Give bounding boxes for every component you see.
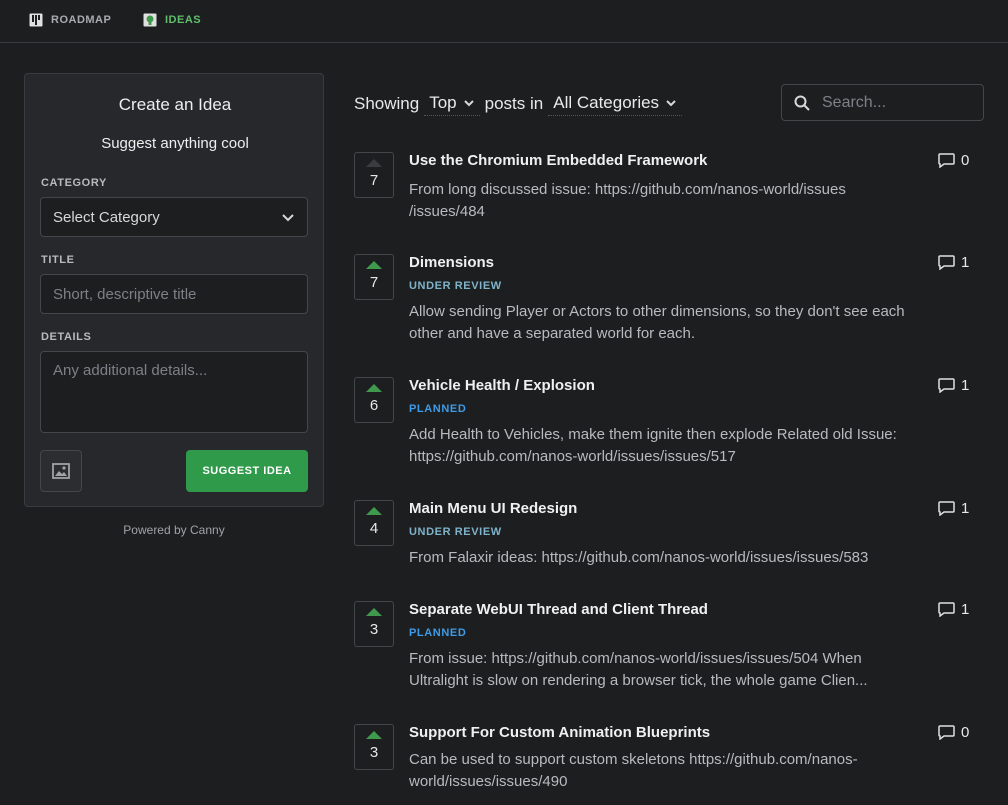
- vote-button[interactable]: 3: [354, 724, 394, 770]
- post-body: From long discussed issue: https://githu…: [409, 181, 846, 220]
- post-title[interactable]: Use the Chromium Embedded Framework: [409, 152, 707, 169]
- showing-label: Showing: [354, 94, 420, 113]
- comment-count[interactable]: 1: [938, 377, 969, 394]
- post-body: Can be used to support custom skeletons …: [409, 751, 858, 790]
- roadmap-icon: [29, 13, 43, 27]
- suggest-idea-button[interactable]: SUGGEST IDEA: [186, 450, 308, 492]
- vote-button[interactable]: 7: [354, 152, 394, 198]
- search-box[interactable]: [781, 84, 984, 121]
- comment-count-value: 0: [961, 724, 970, 741]
- upvote-arrow-icon: [366, 731, 382, 739]
- comment-count[interactable]: 0: [938, 724, 969, 741]
- category-select[interactable]: Select Category: [40, 197, 308, 237]
- post-title[interactable]: Vehicle Health / Explosion: [409, 377, 595, 394]
- post-title[interactable]: Main Menu UI Redesign: [409, 500, 577, 517]
- vote-button[interactable]: 3: [354, 601, 394, 647]
- create-idea-subtitle: Suggest anything cool: [101, 135, 249, 152]
- comment-count-value: 0: [961, 152, 970, 169]
- status-badge: UNDER REVIEW: [409, 280, 502, 292]
- filter-bar: Showing Top posts in All Categories: [354, 90, 687, 118]
- search-icon: [794, 95, 810, 111]
- post-body: From issue: https://github.com/nanos-wor…: [409, 650, 868, 689]
- comment-icon: [938, 501, 955, 516]
- status-badge: PLANNED: [409, 403, 467, 415]
- lightbulb-icon: [143, 13, 157, 27]
- vote-count: 3: [369, 744, 379, 761]
- category-filter-dropdown[interactable]: All Categories: [548, 92, 683, 116]
- category-select-value: Select Category: [53, 208, 160, 226]
- post-title[interactable]: Separate WebUI Thread and Client Thread: [409, 601, 708, 618]
- image-icon: [52, 463, 70, 479]
- attach-image-button[interactable]: [40, 450, 82, 492]
- post-body: From Falaxir ideas: https://github.com/n…: [409, 549, 869, 566]
- title-input[interactable]: [40, 274, 308, 314]
- vote-count: 3: [369, 621, 379, 638]
- comment-icon: [938, 153, 955, 168]
- vote-count: 4: [369, 520, 379, 537]
- comment-icon: [938, 378, 955, 393]
- nav-roadmap-label: ROADMAP: [51, 14, 112, 26]
- upvote-arrow-icon: [366, 159, 382, 167]
- post-body: Add Health to Vehicles, make them ignite…: [409, 426, 897, 465]
- details-label: DETAILS: [41, 331, 92, 343]
- vote-button[interactable]: 7: [354, 254, 394, 300]
- vote-button[interactable]: 6: [354, 377, 394, 423]
- comment-icon: [938, 255, 955, 270]
- nav-ideas-label: IDEAS: [165, 14, 202, 26]
- chevron-down-icon: [463, 99, 474, 106]
- posts-in-label: posts in: [484, 94, 544, 113]
- nav-ideas[interactable]: IDEAS: [143, 12, 201, 28]
- create-idea-panel: Create an Idea Suggest anything cool CAT…: [24, 73, 324, 507]
- post-body: Allow sending Player or Actors to other …: [409, 303, 905, 342]
- powered-by-canny[interactable]: Powered by Canny: [24, 523, 324, 537]
- chevron-down-icon: [666, 99, 676, 106]
- comment-count-value: 1: [961, 500, 970, 517]
- upvote-arrow-icon: [366, 608, 382, 616]
- sort-dropdown[interactable]: Top: [424, 92, 480, 116]
- search-input[interactable]: [822, 93, 972, 112]
- comment-count-value: 1: [961, 601, 970, 618]
- category-filter-value: All Categories: [553, 92, 660, 112]
- vote-count: 7: [369, 172, 379, 189]
- comment-count[interactable]: 0: [938, 152, 969, 169]
- post-title[interactable]: Dimensions: [409, 254, 494, 271]
- comment-count-value: 1: [961, 377, 970, 394]
- comment-count[interactable]: 1: [938, 254, 969, 271]
- comment-count[interactable]: 1: [938, 500, 969, 517]
- vote-count: 7: [369, 274, 379, 291]
- category-label: CATEGORY: [41, 177, 107, 189]
- comment-icon: [938, 602, 955, 617]
- upvote-arrow-icon: [366, 261, 382, 269]
- details-textarea[interactable]: [40, 351, 308, 433]
- chevron-down-icon: [282, 214, 294, 222]
- vote-button[interactable]: 4: [354, 500, 394, 546]
- vote-count: 6: [369, 397, 379, 414]
- status-badge: UNDER REVIEW: [409, 526, 502, 538]
- sort-value: Top: [429, 92, 457, 112]
- comment-icon: [938, 725, 955, 740]
- comment-count[interactable]: 1: [938, 601, 969, 618]
- status-badge: PLANNED: [409, 627, 467, 639]
- comment-count-value: 1: [961, 254, 970, 271]
- create-idea-title: Create an Idea: [118, 95, 232, 114]
- post-title[interactable]: Support For Custom Animation Blueprints: [409, 724, 710, 741]
- top-nav: ROADMAP IDEAS: [0, 0, 1008, 43]
- title-label: TITLE: [41, 254, 75, 266]
- upvote-arrow-icon: [366, 507, 382, 515]
- upvote-arrow-icon: [366, 384, 382, 392]
- nav-roadmap[interactable]: ROADMAP: [29, 12, 111, 28]
